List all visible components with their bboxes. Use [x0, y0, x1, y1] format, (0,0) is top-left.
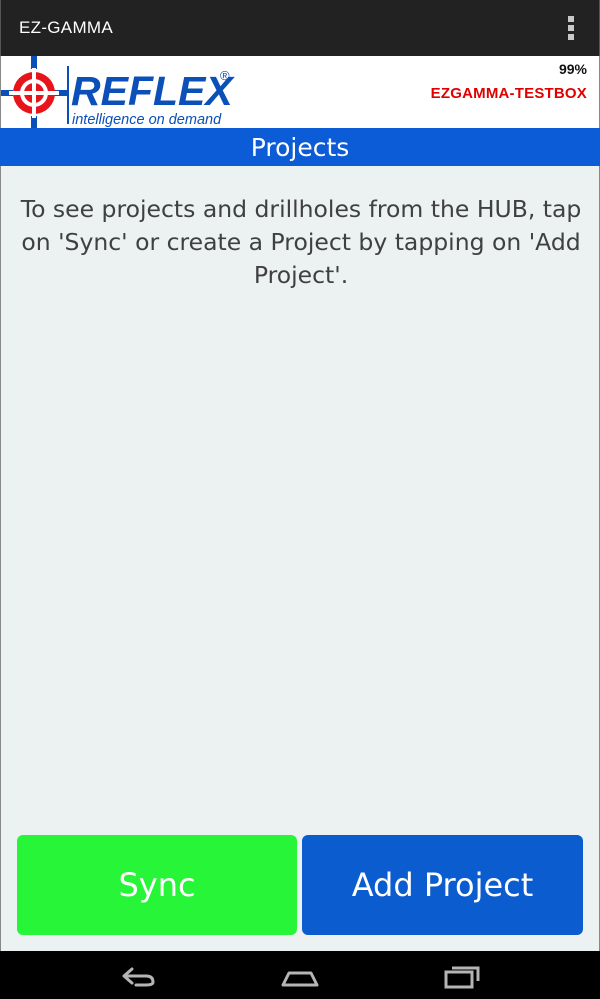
- battery-level: 99%: [558, 61, 587, 77]
- app-title: EZ-GAMMA: [19, 18, 114, 37]
- empty-state-message: To see projects and drillholes from the …: [20, 195, 582, 289]
- system-nav-bar: [0, 951, 600, 999]
- logo-word: REFLEX: [71, 68, 235, 114]
- home-icon[interactable]: [280, 963, 320, 989]
- brand-banner: REFLEX ® intelligence on demand 99% EZGA…: [0, 56, 600, 128]
- logo-tagline: intelligence on demand: [72, 112, 222, 128]
- device-name: EZGAMMA-TESTBOX: [430, 85, 587, 102]
- projects-content: To see projects and drillholes from the …: [0, 166, 600, 951]
- registered-mark: ®: [220, 68, 230, 83]
- reflex-logo: REFLEX ® intelligence on demand: [1, 56, 235, 128]
- action-bar: EZ-GAMMA: [0, 0, 600, 56]
- add-project-button[interactable]: Add Project: [302, 835, 583, 935]
- sync-button[interactable]: Sync: [17, 835, 297, 935]
- page-title: Projects: [0, 128, 600, 166]
- overflow-menu-icon[interactable]: [565, 14, 577, 42]
- back-icon[interactable]: [118, 963, 158, 989]
- recents-icon[interactable]: [442, 963, 482, 989]
